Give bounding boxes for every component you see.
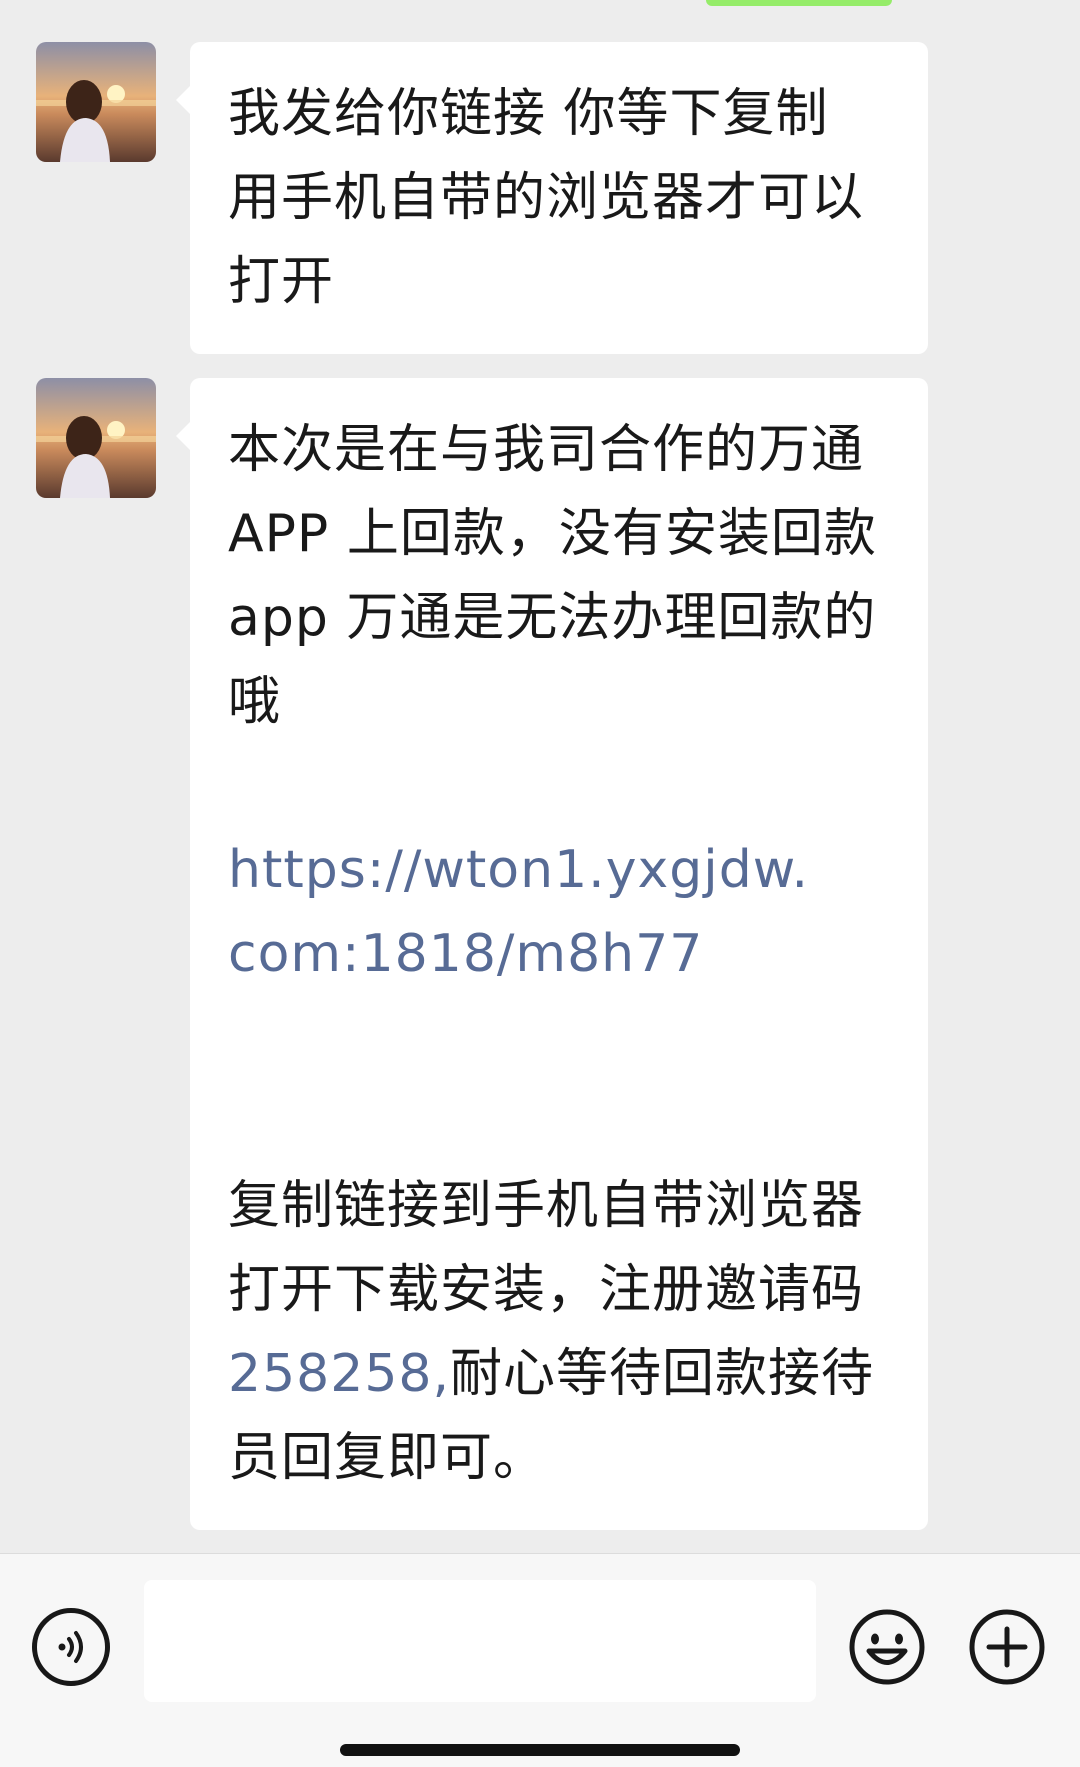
message-text-line: 用手机自带的浏览器才可以 <box>228 168 865 228</box>
message-text-line: 打开 <box>228 252 335 312</box>
message-text-line: app 万通是无法办理回款的 <box>228 588 877 648</box>
message-text-fragment: 耐心等待回款接待 <box>450 1344 875 1404</box>
message-text-line: 我发给你链接 你等下复制 <box>228 84 829 144</box>
download-link[interactable]: https://wton1.yxgjdw. <box>228 828 900 912</box>
contact-avatar[interactable] <box>36 378 156 498</box>
message-bubble[interactable]: 本次是在与我司合作的万通 APP 上回款，没有安装回款 app 万通是无法办理回… <box>176 378 928 1530</box>
emoji-icon <box>849 1609 925 1685</box>
voice-icon <box>58 1631 83 1663</box>
contact-avatar[interactable] <box>36 42 156 162</box>
message-text-line: 复制链接到手机自带浏览器 <box>228 1176 865 1236</box>
message-text-line: 打开下载安装，注册邀请码 <box>228 1260 865 1320</box>
message-text-line: APP 上回款，没有安装回款 <box>228 504 877 564</box>
message-text-line: 员回复即可。 <box>228 1428 547 1488</box>
avatar-sunset-photo-icon <box>36 42 156 162</box>
plus-icon <box>969 1609 1045 1685</box>
message-text-line: 258258,耐心等待回款接待 <box>228 1332 900 1416</box>
voice-input-button[interactable] <box>32 1608 110 1686</box>
message-input[interactable] <box>144 1580 816 1702</box>
chat-message-list[interactable]: 我发给你链接 你等下复制 用手机自带的浏览器才可以 打开 本次是在与我司合作的万… <box>0 0 1080 1553</box>
download-link[interactable]: com:1818/m8h77 <box>228 912 900 996</box>
message-text-line: 哦 <box>228 672 282 732</box>
message-text-line: 本次是在与我司合作的万通 <box>228 420 865 480</box>
chat-input-bar <box>0 1553 1080 1767</box>
emoji-button[interactable] <box>848 1608 926 1686</box>
invite-code-number[interactable]: 258258, <box>228 1344 450 1404</box>
avatar-sunset-photo-icon <box>36 378 156 498</box>
home-indicator[interactable] <box>340 1744 740 1756</box>
message-bubble[interactable]: 我发给你链接 你等下复制 用手机自带的浏览器才可以 打开 <box>176 42 928 354</box>
more-options-button[interactable] <box>968 1608 1046 1686</box>
